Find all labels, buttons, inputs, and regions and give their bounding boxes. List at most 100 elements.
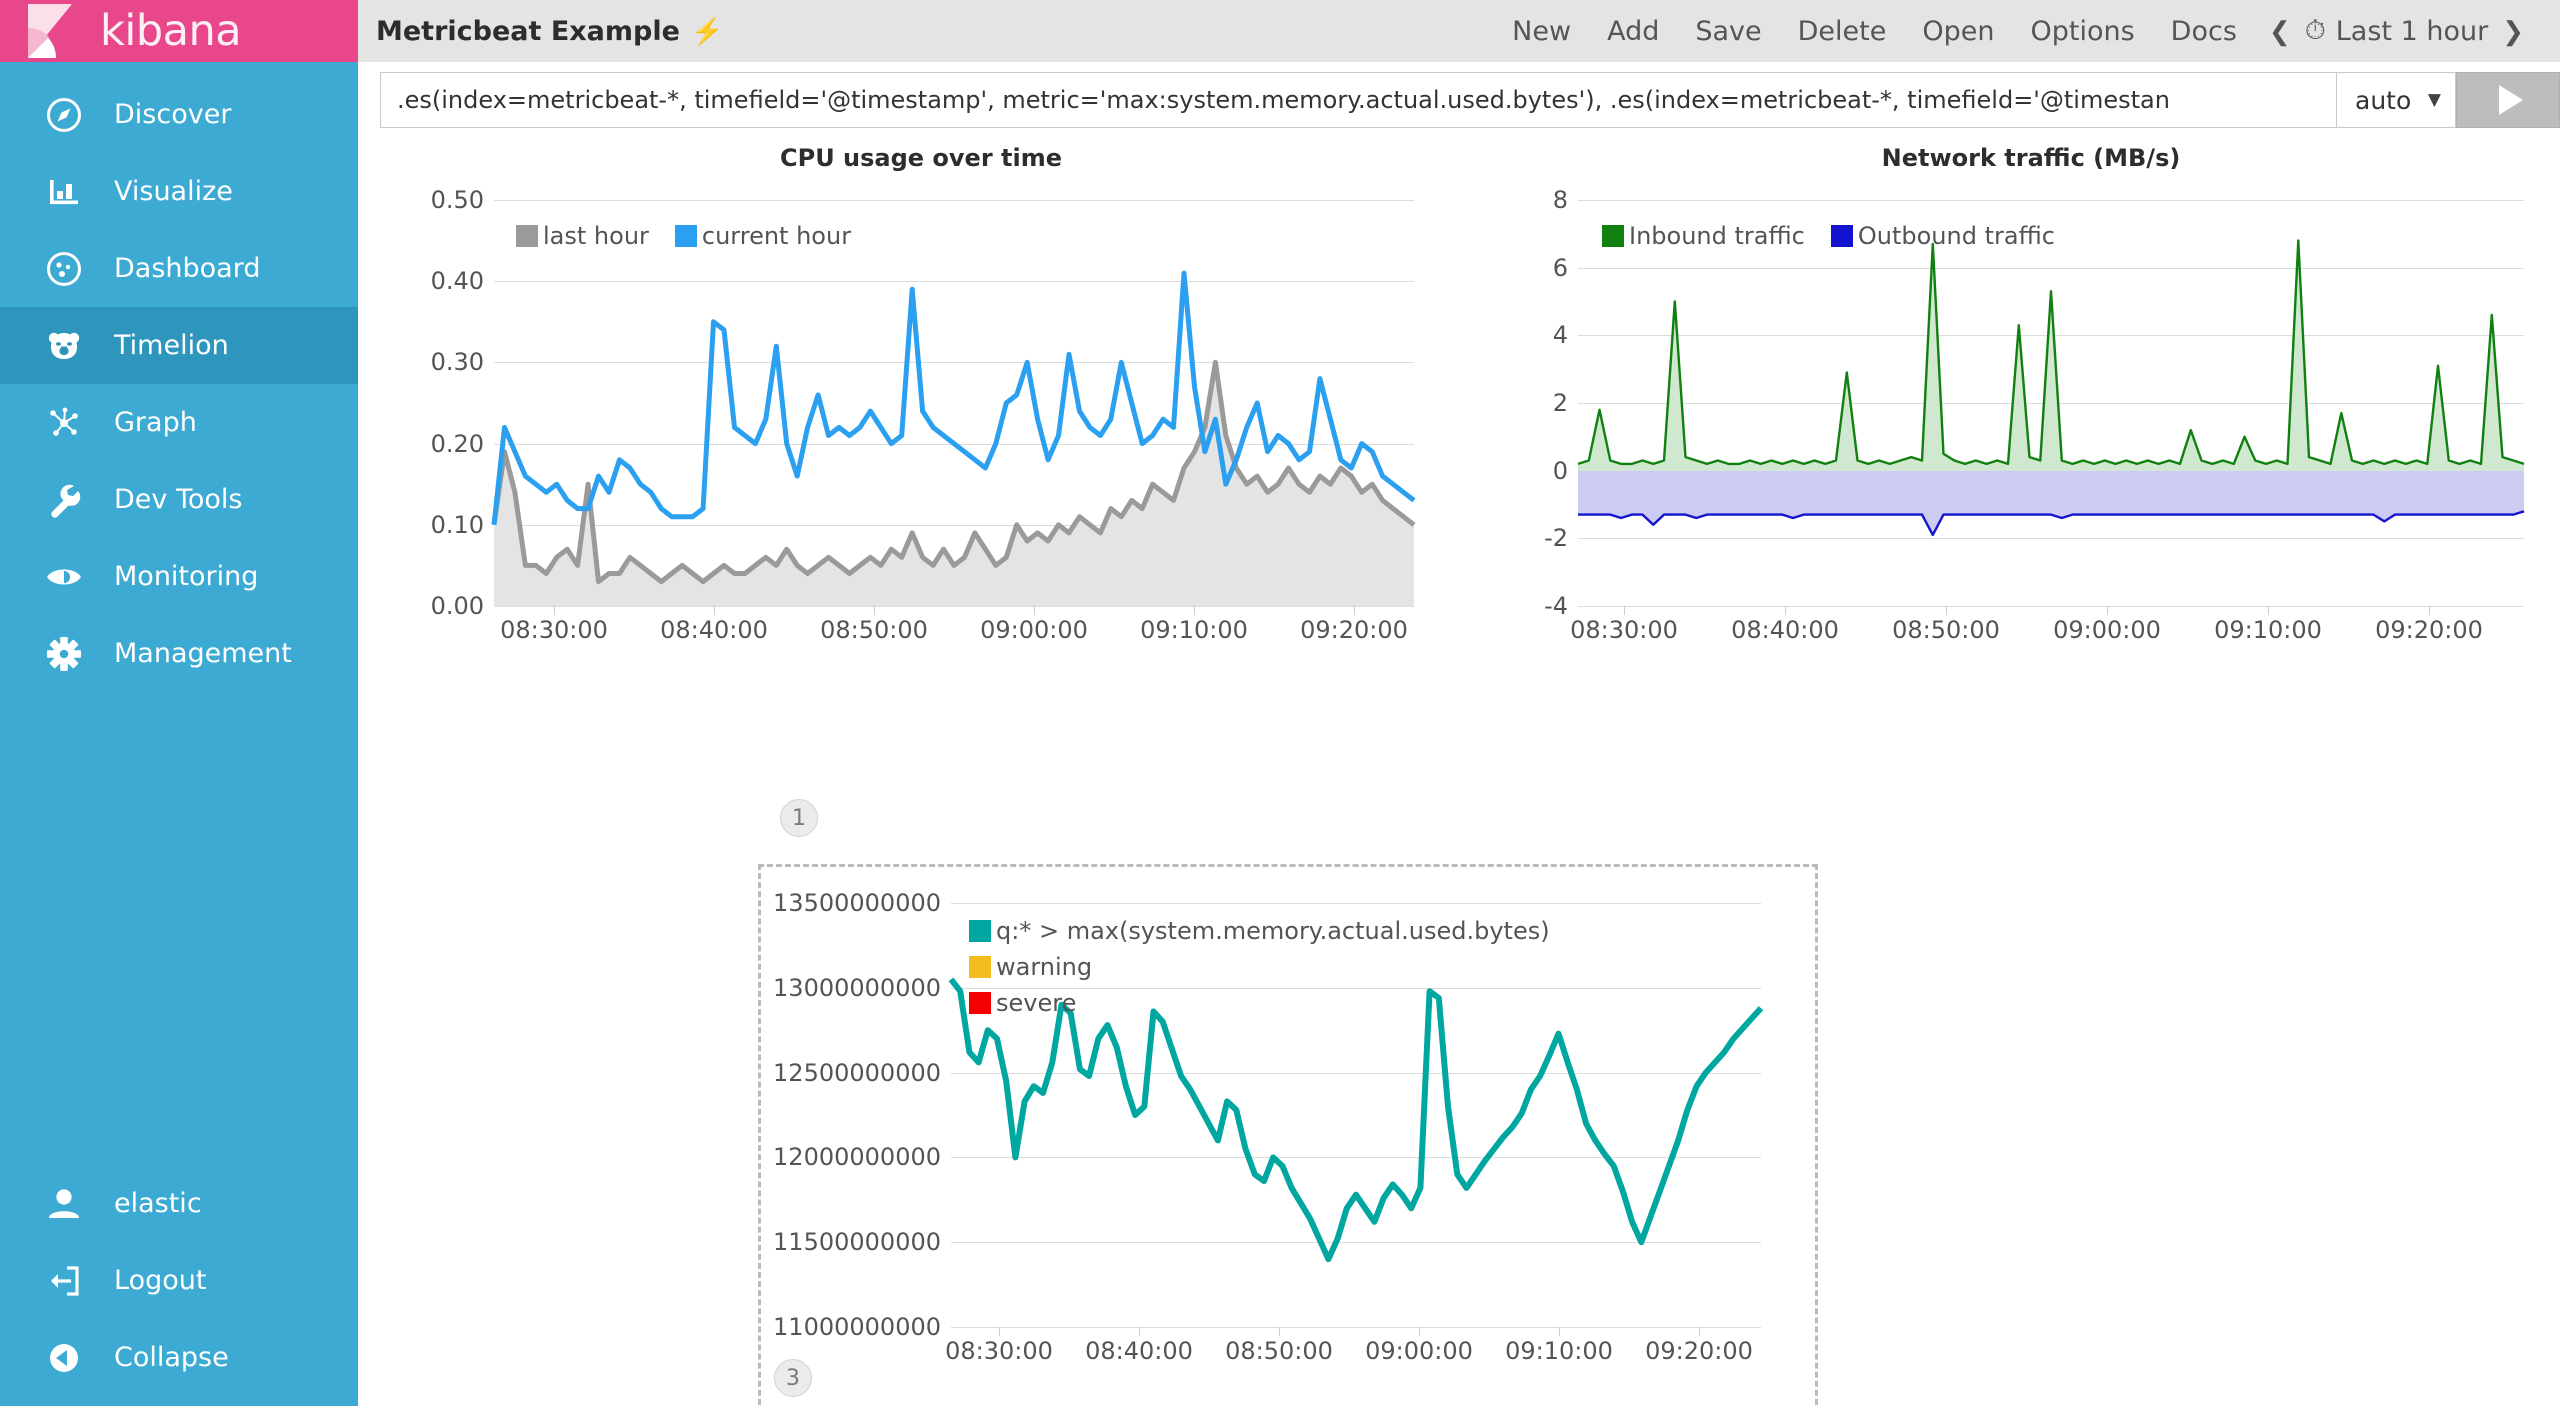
sidebar-item-label: Timelion [114, 330, 229, 361]
sidebar-item-label: Dashboard [114, 253, 260, 284]
sidebar-item-monitoring[interactable]: Monitoring [0, 538, 358, 615]
menu-delete[interactable]: Delete [1780, 16, 1905, 47]
legend-swatch [675, 225, 697, 247]
legend-item[interactable]: Outbound traffic [1831, 222, 2055, 250]
menu-new[interactable]: New [1494, 16, 1589, 47]
sidebar-item-label: Collapse [114, 1342, 229, 1373]
sidebar-item-collapse[interactable]: Collapse [0, 1319, 358, 1396]
y-axis-tick-label: 0.40 [431, 267, 484, 295]
chart-plot-area[interactable]: -4-20246808:30:0008:40:0008:50:0009:00:0… [1578, 200, 2524, 606]
x-axis-tick [1559, 1327, 1560, 1336]
legend-label: q:* > max(system.memory.actual.used.byte… [996, 917, 1550, 945]
x-axis-tick-label: 09:00:00 [1365, 1337, 1473, 1365]
y-axis-tick-label: 11500000000 [773, 1228, 941, 1256]
y-axis-tick-label: 0.20 [431, 430, 484, 458]
sidebar-item-graph[interactable]: Graph [0, 384, 358, 461]
menu-open[interactable]: Open [1904, 16, 2012, 47]
x-axis-tick-label: 09:00:00 [2053, 616, 2161, 644]
collapse-left-icon [38, 1339, 90, 1377]
x-axis-tick [1699, 1327, 1700, 1336]
time-picker: ❮ ⏱ Last 1 hour ❯ [2255, 15, 2538, 47]
legend-item[interactable]: Inbound traffic [1602, 222, 1805, 250]
legend-item[interactable]: last hour [516, 222, 649, 250]
top-toolbar: Metricbeat Example ⚡ New Add Save Delete… [358, 0, 2560, 62]
sidebar-item-dashboard[interactable]: Dashboard [0, 230, 358, 307]
chart-title: CPU usage over time [376, 144, 1466, 172]
x-axis-tick-label: 08:30:00 [500, 616, 608, 644]
sidebar-nav: Discover Visualize Dashboard [0, 76, 358, 692]
legend-item[interactable]: current hour [675, 222, 851, 250]
x-axis-tick-label: 09:20:00 [1300, 616, 1408, 644]
sidebar-item-label: Management [114, 638, 292, 669]
legend-item[interactable]: warning [969, 953, 1092, 981]
legend-item[interactable]: q:* > max(system.memory.actual.used.byte… [969, 917, 1550, 945]
user-icon [38, 1185, 90, 1223]
chevron-right-icon[interactable]: ❯ [2488, 16, 2538, 47]
toolbar-menu: New Add Save Delete Open Options Docs ❮ … [1494, 15, 2538, 47]
sidebar-item-label: Logout [114, 1265, 206, 1296]
time-range-button[interactable]: ⏱ Last 1 hour [2305, 15, 2489, 47]
sidebar-item-visualize[interactable]: Visualize [0, 153, 358, 230]
x-axis-tick [874, 606, 875, 615]
y-axis-tick-label: 0 [1553, 457, 1568, 485]
sidebar-item-label: Visualize [114, 176, 233, 207]
x-axis-tick-label: 08:30:00 [945, 1337, 1053, 1365]
menu-options[interactable]: Options [2012, 16, 2152, 47]
sidebar-item-timelion[interactable]: Timelion [0, 307, 358, 384]
chart-legend: Inbound traffic Outbound traffic [1602, 222, 2055, 250]
x-axis-tick [1279, 1327, 1280, 1336]
y-axis-tick-label: 12000000000 [773, 1143, 941, 1171]
menu-docs[interactable]: Docs [2153, 16, 2255, 47]
menu-save[interactable]: Save [1677, 16, 1779, 47]
x-axis-tick-label: 08:50:00 [1225, 1337, 1333, 1365]
legend-swatch [969, 956, 991, 978]
chart-panel-network[interactable]: Network traffic (MB/s) -4-20246808:30:00… [1486, 144, 2560, 684]
legend-label: current hour [702, 222, 851, 250]
chart-index-badge[interactable]: 3 [774, 1359, 812, 1397]
chevron-left-icon[interactable]: ❮ [2255, 16, 2305, 47]
gridline [1578, 606, 2524, 607]
timelion-expression-input[interactable] [380, 72, 2336, 128]
sidebar-item-dev-tools[interactable]: Dev Tools [0, 461, 358, 538]
chart-plot-area[interactable]: 0.000.100.200.300.400.5008:30:0008:40:00… [494, 200, 1414, 606]
x-axis-tick-label: 09:10:00 [1140, 616, 1248, 644]
x-axis-tick [1354, 606, 1355, 615]
sidebar-item-label: Graph [114, 407, 197, 438]
legend-swatch [1602, 225, 1624, 247]
x-axis-tick [554, 606, 555, 615]
dashboard-icon [38, 250, 90, 288]
gridline [951, 1327, 1761, 1328]
play-icon [2499, 85, 2523, 115]
gridline [494, 606, 1414, 607]
x-axis-tick-label: 08:50:00 [820, 616, 928, 644]
main-content: Metricbeat Example ⚡ New Add Save Delete… [358, 0, 2560, 1406]
x-axis-tick-label: 08:40:00 [1085, 1337, 1193, 1365]
sidebar-item-logout[interactable]: Logout [0, 1242, 358, 1319]
clock-icon: ⏱ [2305, 15, 2326, 47]
y-axis-tick-label: 12500000000 [773, 1059, 941, 1087]
sidebar-item-management[interactable]: Management [0, 615, 358, 692]
interval-select[interactable]: auto ▼ [2336, 72, 2456, 128]
sidebar-item-label: Discover [114, 99, 231, 130]
eye-icon [38, 558, 90, 596]
chart-grid: CPU usage over time 0.000.100.200.300.40… [358, 138, 2560, 1406]
x-axis-tick [2429, 606, 2430, 615]
run-query-button[interactable] [2456, 72, 2560, 128]
sidebar-item-user[interactable]: elastic [0, 1165, 358, 1242]
chart-series-layer [1578, 200, 2524, 606]
x-axis-tick [2268, 606, 2269, 615]
chart-series-layer [494, 200, 1414, 606]
series-area [1578, 241, 2524, 471]
chart-panel-memory[interactable]: 1100000000011500000000120000000001250000… [758, 864, 1818, 1406]
sidebar-item-discover[interactable]: Discover [0, 76, 358, 153]
gear-icon [38, 635, 90, 673]
lightning-bolt-icon: ⚡ [691, 16, 723, 47]
menu-add[interactable]: Add [1589, 16, 1677, 47]
legend-label: Outbound traffic [1858, 222, 2055, 250]
legend-item[interactable]: severe [969, 989, 1076, 1017]
brand-name: kibana [100, 6, 241, 56]
brand-logo[interactable]: kibana [0, 0, 358, 62]
chart-panel-cpu[interactable]: CPU usage over time 0.000.100.200.300.40… [376, 144, 1466, 684]
x-axis-tick-label: 08:40:00 [1731, 616, 1839, 644]
chart-index-badge[interactable]: 1 [780, 799, 818, 837]
